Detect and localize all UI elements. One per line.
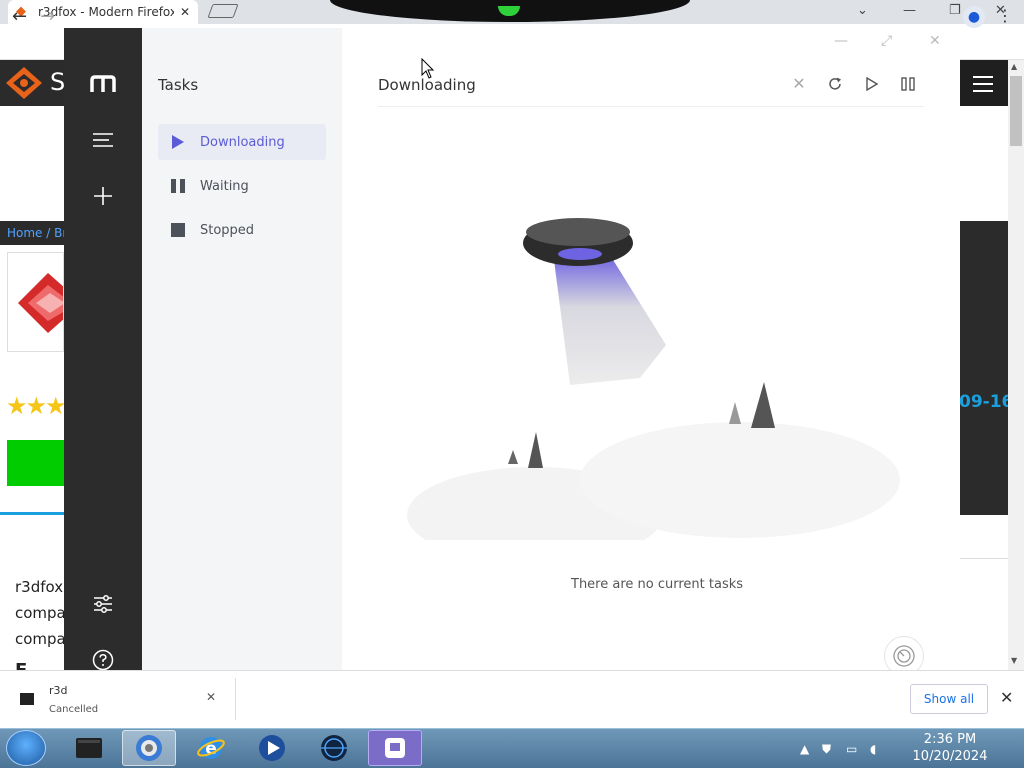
minimize-button[interactable]: — [903,3,916,18]
stop-icon [170,222,186,238]
mouse-cursor-icon [421,58,435,79]
file-icon [20,693,34,705]
app-close-button[interactable]: ✕ [929,33,941,49]
profile-avatar-icon[interactable]: ● [963,6,985,28]
show-all-button[interactable]: Show all [910,684,988,714]
browser-menu-button[interactable]: ⋮ [997,6,1013,25]
taskbar-app-browser[interactable] [122,730,176,766]
preferences-icon[interactable] [91,592,115,616]
app-maximize-button[interactable]: ⤢ [881,33,892,49]
app-minimize-button[interactable]: — [834,33,848,49]
sidebar-item-downloading[interactable]: Downloading [158,124,326,160]
site-date: 09-16 [959,392,1014,412]
tray-expand-icon[interactable]: ▲ [800,742,809,756]
start-button[interactable] [6,730,46,766]
scroll-down-icon[interactable]: ▼ [1011,656,1017,665]
media-player-icon [259,735,285,761]
taskbar-app-ie[interactable]: e [184,730,238,766]
refresh-icon[interactable] [824,72,846,96]
taskbar-app-media-player[interactable] [245,730,299,766]
add-task-icon[interactable] [91,184,115,208]
clock-date: 10/20/2024 [912,749,988,764]
product-image [7,252,64,352]
motrix-app-icon [385,738,405,758]
browser-app-icon [136,735,162,761]
tab-title: r3dfox - Modern Firefox [38,5,174,19]
sidebar-title: Tasks [158,76,199,94]
download-site-button[interactable] [7,440,64,486]
resume-all-icon[interactable] [861,72,883,96]
site-menu-icon[interactable] [973,76,993,92]
browser-tab[interactable]: ◆ r3dfox - Modern Firefox ✕ [8,0,198,24]
page-scrollbar[interactable] [1008,60,1024,670]
site-divider [0,512,64,515]
internet-explorer-icon: e [197,737,225,759]
taskbar-app-motrix[interactable] [368,730,422,766]
close-download-bar-icon[interactable]: ✕ [1000,688,1013,707]
new-tab-button[interactable] [207,4,239,18]
system-clock[interactable]: 2:36 PM 10/20/2024 [896,731,1004,765]
site-divider-right [960,558,1008,559]
task-list-icon[interactable] [91,128,115,152]
ufo-illustration [407,218,900,540]
sidebar-item-stopped[interactable]: Stopped [158,212,326,248]
speedometer-icon [893,645,915,667]
clock-time: 2:36 PM [923,732,977,747]
play-icon [170,134,186,150]
delete-task-icon[interactable]: ✕ [788,72,810,96]
terminal-app-icon [76,738,102,758]
site-dark-panel [960,221,1008,515]
download-name: r3d [49,684,68,697]
tab-list-icon[interactable]: ⌄ [857,3,868,18]
globe-app-icon [321,735,347,761]
forward-button[interactable]: → [40,6,55,27]
download-item[interactable] [10,678,236,720]
download-status: Cancelled [49,704,99,715]
sidebar-item-label: Downloading [200,134,285,150]
volume-tray-icon[interactable]: ◖ [870,742,876,756]
pause-all-icon[interactable] [897,72,919,96]
maximize-button[interactable]: ❐ [949,3,961,18]
empty-state-text: There are no current tasks [571,577,744,592]
scrollbar-thumb[interactable] [1010,76,1022,146]
site-logo-icon[interactable] [4,66,44,100]
sidebar-item-waiting[interactable]: Waiting [158,168,326,204]
network-tray-icon[interactable]: ▭ [846,742,857,756]
green-indicator-icon [498,6,520,16]
help-icon[interactable] [91,648,115,672]
taskbar-app-globe[interactable] [307,730,361,766]
taskbar-app-terminal[interactable] [62,730,116,766]
download-item-close-icon[interactable]: ✕ [206,690,216,704]
scroll-up-icon[interactable]: ▲ [1011,62,1017,71]
header-divider [378,106,924,107]
pause-icon [170,178,186,194]
site-logo-text: S [50,68,66,96]
motrix-logo-icon[interactable] [90,74,116,94]
sidebar-item-label: Waiting [200,178,249,194]
back-button[interactable]: ← [12,6,27,27]
security-tray-icon[interactable]: ⛊ [822,742,831,757]
sidebar-item-label: Stopped [200,222,255,238]
tab-close-icon[interactable]: ✕ [180,5,190,19]
rating-stars: ★★★ [6,392,67,420]
